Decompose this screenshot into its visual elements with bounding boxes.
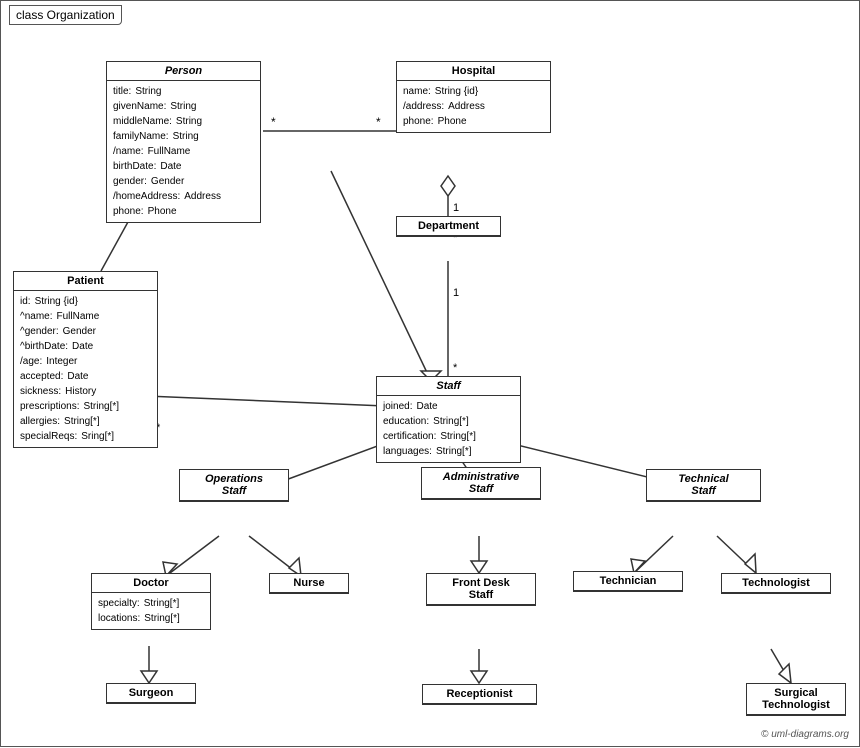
doctor-title: Doctor (92, 574, 210, 593)
tech-staff-class: Technical Staff (646, 469, 761, 502)
staff-class: Staff joined:Date education:String[*] ce… (376, 376, 521, 463)
diagram-title: class Organization (9, 5, 122, 25)
svg-text:*: * (271, 115, 276, 129)
nurse-title: Nurse (270, 574, 348, 593)
person-class: Person title:String givenName:String mid… (106, 61, 261, 223)
ops-staff-class: Operations Staff (179, 469, 289, 502)
surgeon-class: Surgeon (106, 683, 196, 704)
doctor-class: Doctor specialty:String[*] locations:Str… (91, 573, 211, 630)
doctor-attrs: specialty:String[*] locations:String[*] (92, 593, 210, 629)
patient-attrs: id:String {id} ^name:FullName ^gender:Ge… (14, 291, 157, 447)
person-attrs: title:String givenName:String middleName… (107, 81, 260, 222)
technician-class: Technician (573, 571, 683, 592)
svg-text:1: 1 (453, 202, 459, 214)
front-desk-title: Front Desk Staff (427, 574, 535, 605)
surgeon-title: Surgeon (107, 684, 195, 703)
hospital-title: Hospital (397, 62, 550, 81)
hospital-attrs: name:String {id} /address:Address phone:… (397, 81, 550, 132)
surgical-technologist-title: Surgical Technologist (747, 684, 845, 715)
staff-title: Staff (377, 377, 520, 396)
department-class: Department (396, 216, 501, 237)
patient-title: Patient (14, 272, 157, 291)
surgical-technologist-class: Surgical Technologist (746, 683, 846, 716)
patient-class: Patient id:String {id} ^name:FullName ^g… (13, 271, 158, 448)
receptionist-class: Receptionist (422, 684, 537, 705)
tech-staff-title: Technical Staff (647, 470, 760, 501)
hospital-class: Hospital name:String {id} /address:Addre… (396, 61, 551, 133)
copyright: © uml-diagrams.org (761, 729, 849, 740)
receptionist-title: Receptionist (423, 685, 536, 704)
svg-text:1: 1 (453, 287, 459, 299)
department-title: Department (397, 217, 500, 236)
ops-staff-title: Operations Staff (180, 470, 288, 501)
nurse-class: Nurse (269, 573, 349, 594)
front-desk-class: Front Desk Staff (426, 573, 536, 606)
technician-title: Technician (574, 572, 682, 591)
diagram-container: class Organization * * 1 * 1 * (0, 0, 860, 747)
technologist-class: Technologist (721, 573, 831, 594)
admin-staff-class: Administrative Staff (421, 467, 541, 500)
admin-staff-title: Administrative Staff (422, 468, 540, 499)
technologist-title: Technologist (722, 574, 830, 593)
svg-text:*: * (376, 115, 381, 129)
person-title: Person (107, 62, 260, 81)
staff-attrs: joined:Date education:String[*] certific… (377, 396, 520, 462)
svg-text:*: * (453, 362, 458, 374)
